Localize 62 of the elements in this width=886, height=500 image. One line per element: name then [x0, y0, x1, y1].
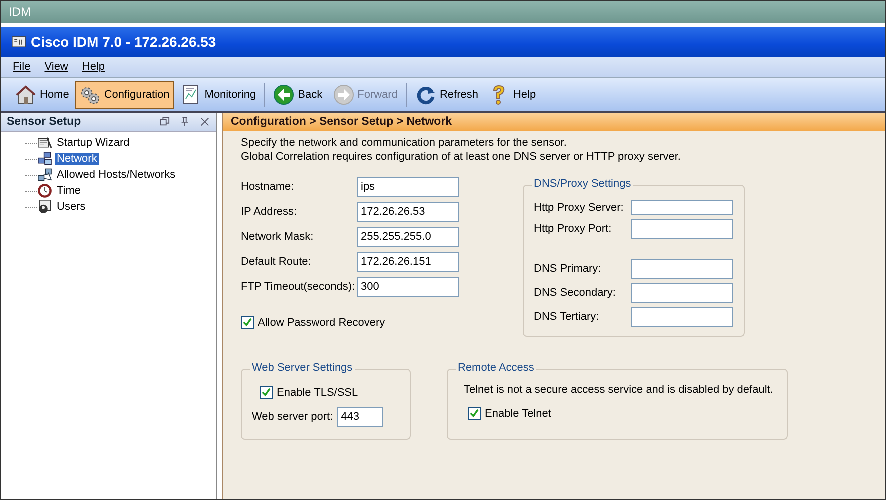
input-field[interactable]: 300 — [357, 277, 459, 297]
menu-item[interactable]: File — [13, 61, 31, 73]
app-icon — [11, 34, 27, 50]
group-title: DNS/Proxy Settings — [532, 178, 634, 190]
field-label: Http Proxy Server: — [534, 202, 625, 214]
group-title: Remote Access — [456, 362, 536, 374]
hosts-icon — [37, 167, 53, 183]
description-text: Global Correlation requires configuration of at least one DNS server or HTTP proxy server. — [241, 151, 682, 163]
toolbar-button[interactable]: Home — [11, 80, 74, 108]
field-label: DNS Primary: — [534, 263, 602, 275]
restore-icon[interactable] — [160, 117, 170, 127]
wizard-icon — [37, 135, 53, 151]
input-field[interactable]: 172.26.26.151 — [357, 252, 459, 272]
field-label: IP Address: — [241, 206, 298, 218]
toolbar-button[interactable]: Back — [269, 80, 327, 108]
tree-item[interactable]: Allowed Hosts/Networks — [55, 169, 178, 181]
menu-item[interactable]: Help — [82, 61, 106, 73]
field-label: Hostname: — [241, 181, 296, 193]
group-title: Web Server Settings — [250, 362, 355, 374]
panel-title: Sensor Setup — [7, 116, 82, 128]
checkbox-label: Enable Telnet — [485, 408, 552, 420]
tree-item[interactable]: Startup Wizard — [55, 137, 132, 149]
house-icon — [15, 84, 37, 106]
input-field[interactable]: 172.26.26.53 — [357, 202, 459, 222]
tree-item[interactable]: Network — [55, 153, 100, 165]
toolbar-button[interactable]: Configuration — [75, 80, 174, 108]
clock-icon — [37, 183, 53, 199]
checkbox-label: Enable TLS/SSL — [277, 386, 358, 398]
window-title: IDM — [9, 5, 31, 19]
field-label: Http Proxy Port: — [534, 223, 613, 235]
input-field[interactable] — [631, 307, 733, 327]
tree-item[interactable]: Users — [55, 201, 88, 213]
tree-item[interactable]: Time — [55, 185, 84, 197]
field-label: Default Route: — [241, 256, 312, 268]
field-label: FTP Timeout(seconds): — [241, 281, 356, 293]
checkbox[interactable] — [241, 316, 254, 329]
input-field[interactable]: 443 — [337, 407, 384, 427]
toolbar-button[interactable]: Refresh — [410, 80, 482, 108]
input-field[interactable] — [631, 283, 733, 303]
close-icon[interactable] — [200, 117, 210, 127]
checkbox[interactable] — [260, 386, 273, 399]
breadcrumb: Configuration > Sensor Setup > Network — [231, 116, 452, 128]
input-field[interactable] — [631, 219, 733, 239]
network-icon — [37, 151, 53, 167]
users-icon — [37, 199, 53, 215]
menu-item[interactable]: View — [44, 61, 68, 73]
input-field[interactable] — [631, 259, 733, 279]
toolbar-button[interactable]: Monitoring — [176, 80, 260, 108]
checkbox[interactable] — [468, 407, 481, 420]
input-field[interactable]: ips — [357, 177, 459, 197]
window-title: Cisco IDM 7.0 - 172.26.26.53 — [31, 34, 216, 50]
field-label: DNS Secondary: — [534, 287, 617, 299]
field-label: DNS Tertiary: — [534, 311, 600, 323]
input-field[interactable] — [631, 200, 733, 215]
pin-icon[interactable] — [180, 117, 190, 127]
toolbar-button[interactable]: Help — [484, 80, 540, 108]
checkbox-label: Allow Password Recovery — [258, 316, 386, 328]
field-label: Network Mask: — [241, 231, 315, 243]
note-text: Telnet is not a secure access service and is disabled by default. — [464, 384, 774, 396]
description-text: Specify the network and communication parameters for the sensor. — [241, 137, 568, 149]
input-field[interactable]: 255.255.255.0 — [357, 227, 459, 247]
field-label: Web server port: — [252, 411, 334, 423]
